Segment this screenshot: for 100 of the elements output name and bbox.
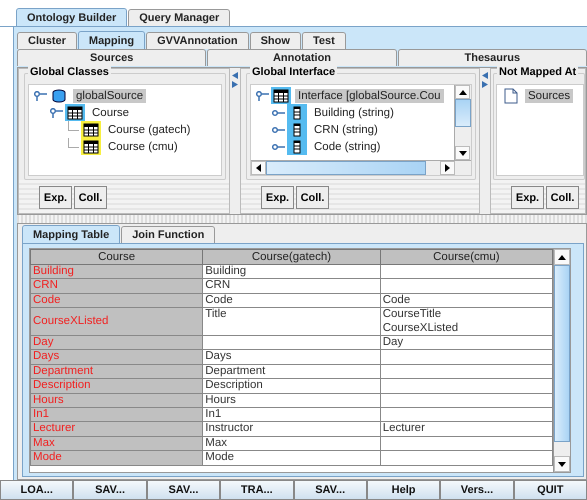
collapse-left-icon[interactable] bbox=[232, 72, 238, 79]
table-cell: Title bbox=[202, 308, 380, 336]
column-icon bbox=[293, 106, 301, 120]
table-cell: Instructor bbox=[202, 422, 380, 436]
tab[interactable]: Show bbox=[250, 32, 301, 49]
tree-line bbox=[68, 121, 79, 131]
tree-button[interactable]: Exp. bbox=[511, 186, 544, 209]
down-arrow-icon[interactable] bbox=[558, 462, 566, 466]
table-icon bbox=[67, 106, 83, 120]
column-icon bbox=[293, 122, 301, 136]
tree-node-label[interactable]: Interface [globalSource.Cou bbox=[295, 88, 444, 102]
tree-button[interactable]: Exp. bbox=[39, 186, 72, 209]
table-cell: Code bbox=[202, 293, 380, 308]
panel-title: Not Mapped At bbox=[497, 66, 578, 78]
tree-node-label[interactable]: Course (gatech) bbox=[105, 122, 194, 136]
table-cell: Description bbox=[30, 378, 203, 394]
table-cell: Mode bbox=[202, 450, 380, 466]
table-cell: Max bbox=[30, 436, 203, 451]
table-cell: Day bbox=[380, 336, 552, 350]
vertical-scrollbar[interactable] bbox=[553, 249, 570, 472]
up-arrow-icon[interactable] bbox=[558, 254, 566, 260]
table-cell: Department bbox=[30, 364, 203, 379]
tree-node-label[interactable]: Building (string) bbox=[311, 106, 397, 120]
collapse-left-icon[interactable] bbox=[482, 72, 488, 79]
collapse-handle-icon[interactable] bbox=[271, 142, 285, 150]
table-cell: Hours bbox=[30, 393, 203, 408]
table-cell: Building bbox=[30, 264, 203, 279]
down-arrow-icon[interactable] bbox=[458, 150, 466, 156]
tree-button[interactable]: Coll. bbox=[74, 186, 107, 209]
toolbar-button[interactable]: Help bbox=[366, 480, 440, 500]
table-cell: Days bbox=[202, 350, 380, 364]
tab[interactable]: Test bbox=[302, 32, 346, 49]
horizontal-scrollbar[interactable] bbox=[251, 160, 471, 175]
table-cell: Lecturer bbox=[380, 422, 552, 436]
database-icon bbox=[52, 88, 66, 102]
collapse-handle-icon[interactable] bbox=[271, 108, 285, 116]
table-cell: Code bbox=[380, 293, 552, 308]
table-cell: Code bbox=[30, 293, 203, 308]
document-icon bbox=[504, 88, 518, 104]
collapse-handle-icon[interactable] bbox=[271, 126, 285, 134]
tab[interactable]: GVVAnnotation bbox=[146, 32, 249, 49]
table-cell: Hours bbox=[202, 393, 380, 408]
tree-node-label[interactable]: Code (string) bbox=[311, 140, 384, 154]
tree-line bbox=[68, 138, 79, 148]
toolbar-button[interactable]: SAV... bbox=[294, 480, 367, 500]
table-cell: CRN bbox=[202, 278, 380, 294]
column-header[interactable]: Course bbox=[30, 250, 203, 264]
table-icon bbox=[273, 88, 289, 102]
tree-button[interactable]: Coll. bbox=[296, 186, 329, 209]
toolbar-button[interactable]: LOA... bbox=[0, 480, 74, 500]
tree-node-label[interactable]: Sources bbox=[525, 88, 574, 102]
table-icon bbox=[83, 122, 99, 136]
tab[interactable]: Query Manager bbox=[128, 9, 230, 26]
table-cell: Max bbox=[202, 436, 380, 451]
expand-right-icon[interactable] bbox=[482, 81, 488, 88]
table-cell: CourseTitle CourseXListed bbox=[380, 308, 552, 336]
tree-node-label[interactable]: Course bbox=[89, 106, 132, 120]
table-cell: Days bbox=[30, 350, 203, 364]
column-icon bbox=[293, 140, 301, 154]
tab[interactable]: Mapping bbox=[78, 31, 146, 49]
table-cell: Lecturer bbox=[30, 422, 203, 436]
tab[interactable]: Sources bbox=[17, 49, 206, 66]
tab[interactable]: Ontology Builder bbox=[16, 8, 128, 26]
tree-node-label[interactable]: CRN (string) bbox=[311, 122, 381, 136]
column-header[interactable]: Course(gatech) bbox=[202, 250, 380, 264]
right-arrow-icon[interactable] bbox=[445, 164, 450, 172]
table-cell: CRN bbox=[30, 278, 203, 294]
expand-right-icon[interactable] bbox=[232, 81, 238, 88]
table-cell: CourseXListed bbox=[30, 308, 203, 336]
toolbar-button[interactable]: QUIT bbox=[514, 480, 587, 500]
left-arrow-icon[interactable] bbox=[256, 164, 261, 172]
tree-node-label[interactable]: globalSource bbox=[73, 88, 146, 102]
tree-node-label[interactable]: Course (cmu) bbox=[105, 140, 181, 154]
toolbar-button[interactable]: SAV... bbox=[146, 480, 220, 500]
tree-button[interactable]: Exp. bbox=[261, 186, 294, 209]
toolbar-button[interactable]: Vers... bbox=[440, 480, 514, 500]
expand-handle-icon[interactable] bbox=[255, 90, 269, 100]
tree-button[interactable]: Coll. bbox=[546, 186, 579, 209]
up-arrow-icon[interactable] bbox=[458, 90, 466, 94]
tab[interactable]: Cluster bbox=[17, 32, 77, 49]
tab[interactable]: Thesaurus bbox=[398, 49, 587, 66]
table-cell: Department bbox=[202, 364, 380, 379]
expand-handle-icon[interactable] bbox=[49, 108, 63, 118]
table-cell: Description bbox=[202, 378, 380, 394]
table-cell: In1 bbox=[202, 408, 380, 422]
column-header[interactable]: Course(cmu) bbox=[380, 250, 552, 264]
table-cell: Day bbox=[30, 336, 203, 350]
panel-title: Global Interface bbox=[250, 66, 338, 78]
tab[interactable]: Join Function bbox=[121, 226, 216, 243]
toolbar-button[interactable]: TRA... bbox=[220, 480, 294, 500]
tab[interactable]: Mapping Table bbox=[22, 225, 120, 243]
panel-title: Global Classes bbox=[28, 66, 111, 78]
table-cell: Mode bbox=[30, 450, 203, 466]
table-cell: In1 bbox=[30, 408, 203, 422]
vertical-scrollbar[interactable] bbox=[454, 85, 471, 160]
tab[interactable]: Annotation bbox=[207, 49, 397, 66]
expand-handle-icon[interactable] bbox=[33, 90, 47, 100]
table-cell: Building bbox=[202, 264, 380, 279]
table-icon bbox=[83, 140, 99, 154]
toolbar-button[interactable]: SAV... bbox=[73, 480, 147, 500]
